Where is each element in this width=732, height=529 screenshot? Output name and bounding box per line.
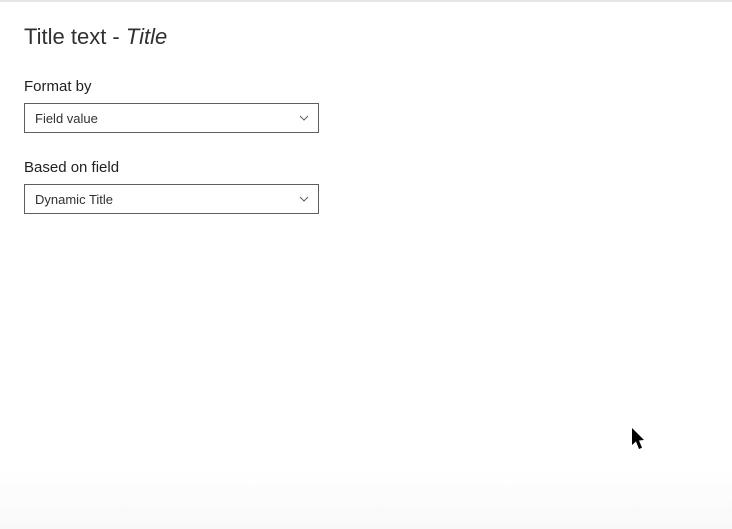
based-on-field-group: Based on field Dynamic Title — [24, 159, 708, 214]
format-by-dropdown[interactable]: Field value — [24, 103, 319, 133]
dialog-title-prefix: Title text - — [24, 24, 126, 49]
cursor-icon — [632, 428, 650, 452]
format-by-label: Format by — [24, 78, 708, 95]
dialog-title-italic: Title — [126, 24, 167, 49]
bottom-fade — [0, 469, 732, 529]
dialog-title: Title text - Title — [24, 24, 708, 50]
chevron-down-icon — [298, 193, 310, 205]
based-on-field-dropdown[interactable]: Dynamic Title — [24, 184, 319, 214]
chevron-down-icon — [298, 112, 310, 124]
dialog-content: Title text - Title Format by Field value… — [0, 0, 732, 214]
format-by-group: Format by Field value — [24, 78, 708, 133]
format-by-value: Field value — [35, 111, 98, 126]
based-on-field-value: Dynamic Title — [35, 192, 113, 207]
based-on-field-label: Based on field — [24, 159, 708, 176]
top-border — [0, 0, 732, 2]
